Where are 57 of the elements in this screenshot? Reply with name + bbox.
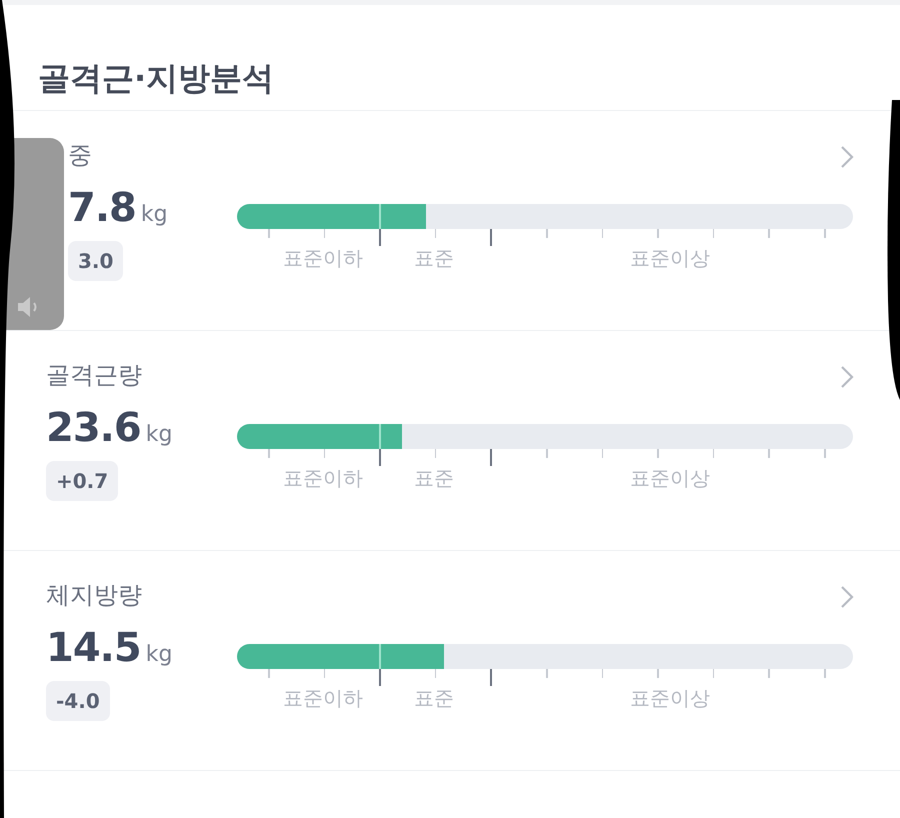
- tick-mark: [657, 449, 659, 458]
- metric-value: 7.8: [68, 185, 136, 231]
- tick-mark: [712, 449, 714, 458]
- tick-mark: [768, 229, 770, 238]
- tick-mark: [712, 669, 714, 678]
- tick-mark: [657, 669, 659, 678]
- tick-mark: [434, 669, 436, 678]
- metric-name: 골격근량: [46, 360, 143, 391]
- scale-label: 표준이상: [630, 245, 710, 272]
- tick-mark: [768, 669, 770, 678]
- tick-mark: [490, 449, 492, 466]
- tick-mark: [546, 669, 548, 678]
- tick-mark: [324, 229, 326, 238]
- unit-label: kg: [146, 422, 172, 447]
- metric-name: 중: [68, 140, 93, 171]
- tick-mark: [379, 669, 381, 686]
- tick-mark: [268, 229, 270, 238]
- scale-label: 표준이하: [283, 245, 363, 272]
- tick-mark: [657, 229, 659, 238]
- tick-mark: [712, 229, 714, 238]
- change-badge: 3.0: [68, 241, 124, 281]
- tick-mark: [434, 449, 436, 458]
- scale-label: 표준: [414, 685, 454, 712]
- metric-value: 14.5: [46, 625, 141, 671]
- tick-mark: [602, 449, 604, 458]
- scale-label: 표준: [414, 465, 454, 492]
- scale-label: 표준이상: [630, 685, 710, 712]
- tick-mark: [268, 449, 270, 458]
- tick-mark: [824, 669, 826, 678]
- tick-mark: [602, 229, 604, 238]
- tick-mark: [602, 669, 604, 678]
- metric-name: 체지방량: [46, 580, 143, 611]
- unit-label: kg: [140, 202, 168, 227]
- chevron-icon[interactable]: [840, 145, 854, 169]
- tick-mark: [324, 449, 326, 458]
- tick-mark: [546, 229, 548, 238]
- chevron-icon[interactable]: [840, 585, 854, 609]
- tick-mark: [546, 449, 548, 458]
- chevron-icon[interactable]: [840, 365, 854, 389]
- scale-label: 표준이하: [283, 465, 363, 492]
- tick-mark: [768, 449, 770, 458]
- tick-mark: [490, 669, 492, 686]
- tick-mark: [490, 229, 492, 246]
- tick-mark: [824, 449, 826, 458]
- scale-label: 표준이하: [283, 685, 363, 712]
- tick-mark: [434, 229, 436, 238]
- tick-mark: [379, 449, 381, 466]
- change-badge: +0.7: [46, 461, 118, 501]
- tick-mark: [379, 229, 381, 246]
- scale-label: 표준이상: [630, 465, 710, 492]
- tick-mark: [268, 669, 270, 678]
- tick-mark: [824, 229, 826, 238]
- change-badge: -4.0: [46, 681, 110, 721]
- scale-label: 표준: [414, 245, 454, 272]
- unit-label: kg: [146, 642, 172, 667]
- metric-value: 23.6: [46, 405, 141, 451]
- tick-mark: [324, 669, 326, 678]
